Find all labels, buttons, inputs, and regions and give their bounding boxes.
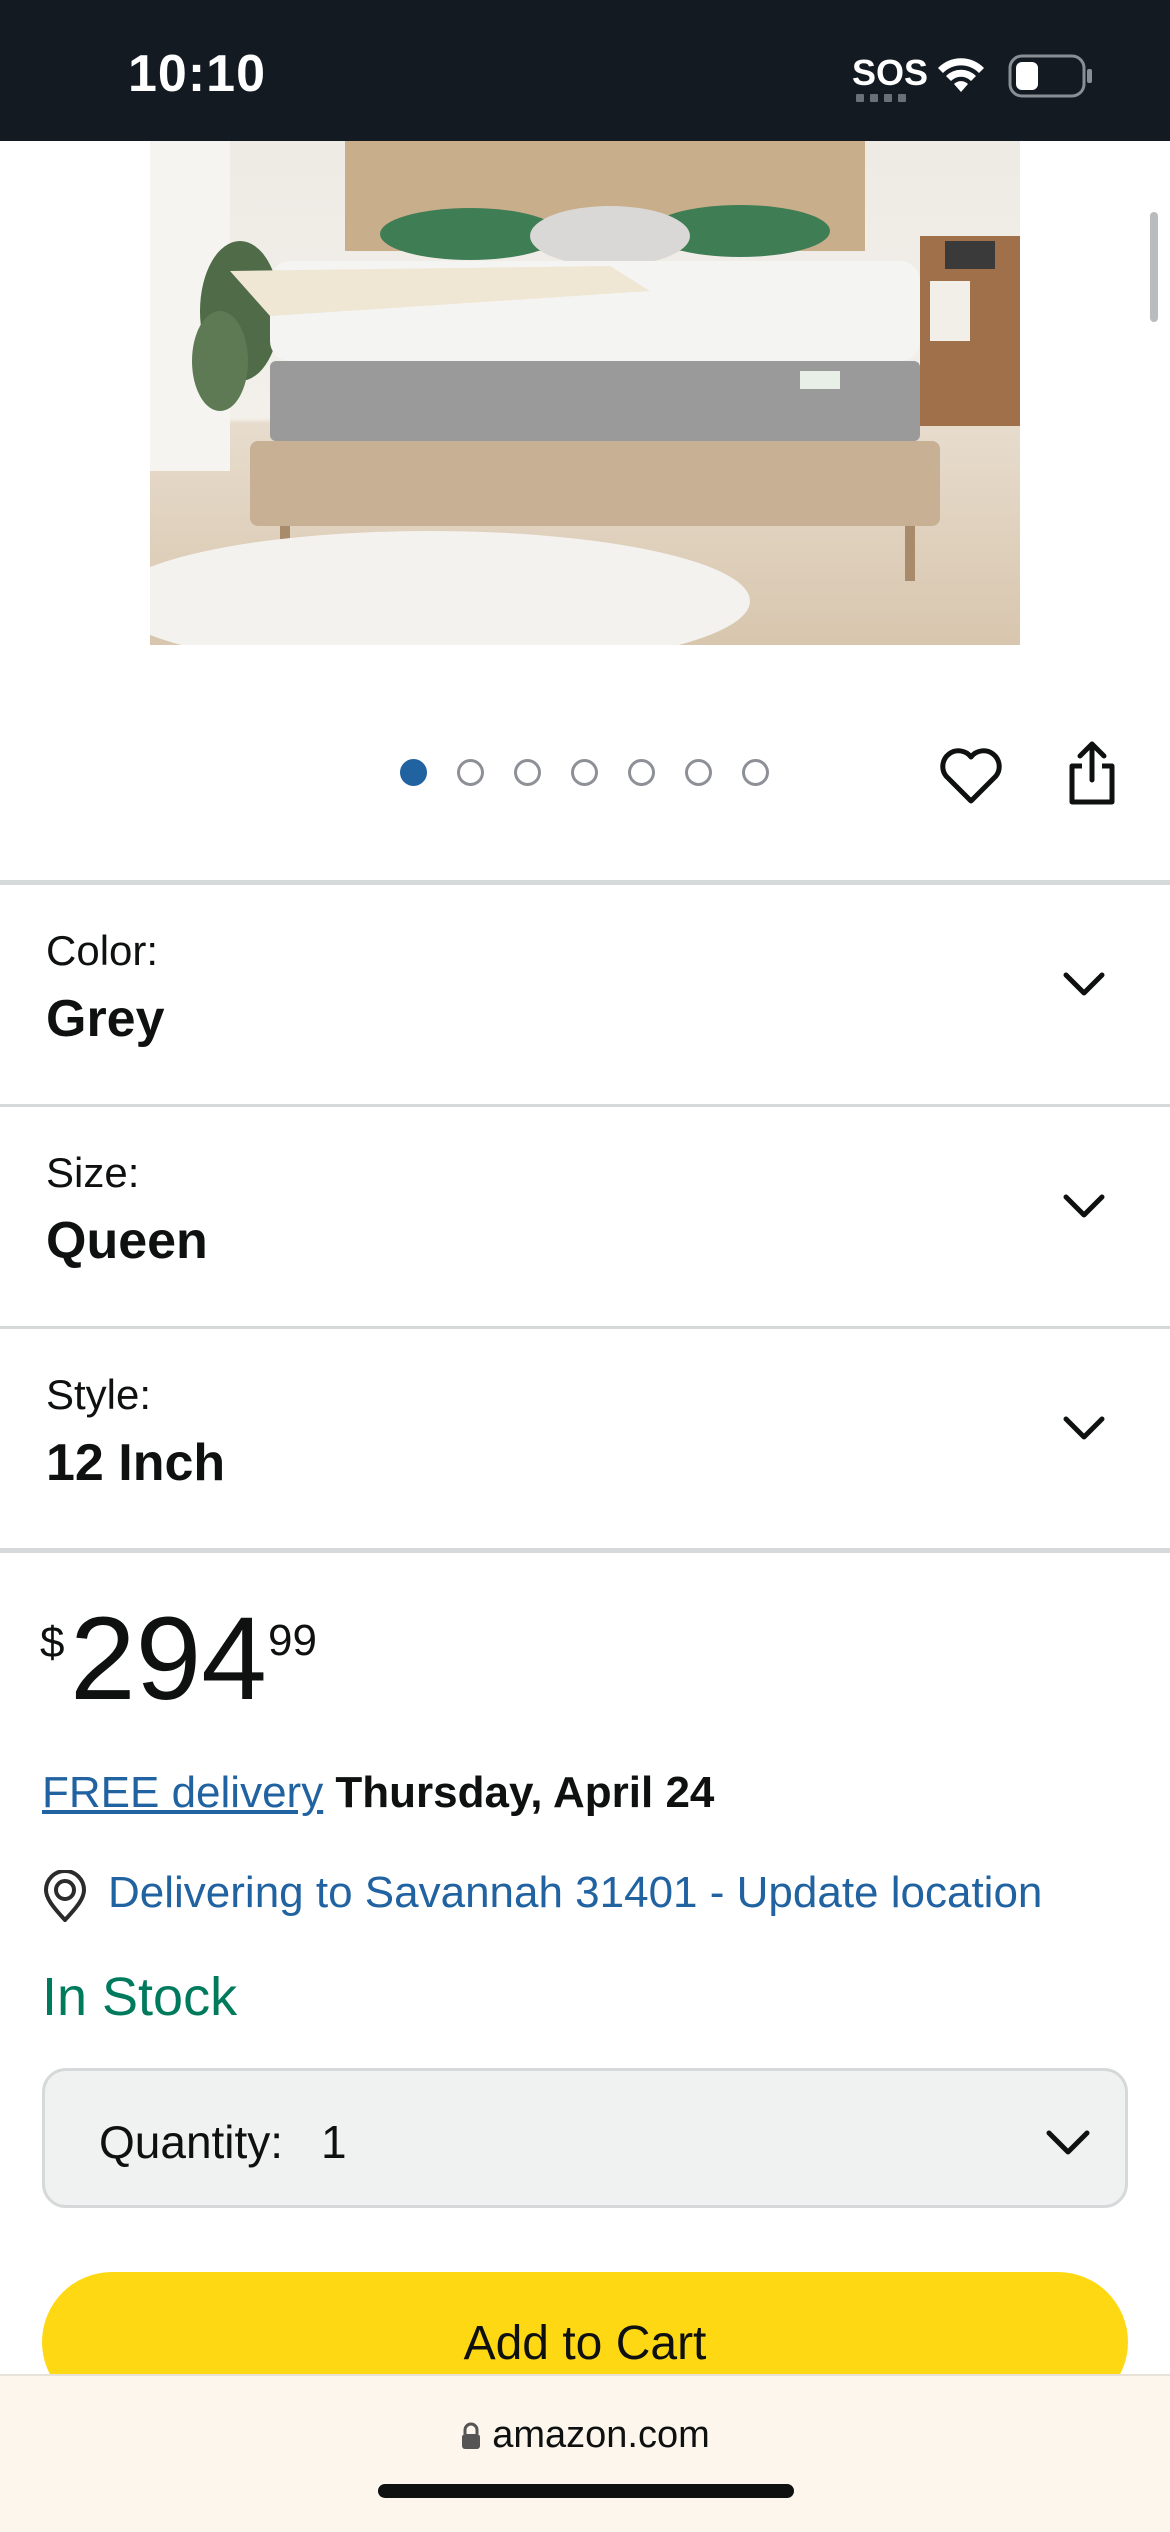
price-symbol: $ [40,1618,65,1667]
signal-dots [856,94,906,102]
quantity-select[interactable]: Quantity: 1 [42,2068,1128,2208]
battery-icon [1008,54,1092,98]
quantity-value: 1 [321,2116,347,2168]
product-image[interactable] [150,141,1020,645]
variation-label: Color: [46,927,159,974]
location-pin-icon [43,1870,87,1922]
carousel-dot[interactable] [571,759,598,786]
home-indicator[interactable] [378,2484,794,2498]
url-display[interactable]: amazon.com [0,2414,1170,2457]
quantity-label: Quantity: [99,2116,284,2168]
carousel-dot[interactable] [742,759,769,786]
color-selector[interactable]: Color: Grey [0,885,1170,1103]
browser-address-bar[interactable]: amazon.com [0,2374,1170,2532]
variation-value: 12 Inch [46,1434,226,1492]
carousel-dot[interactable] [400,759,427,786]
variation-label: Style: [46,1371,152,1418]
carousel-dot[interactable] [685,759,712,786]
status-bar: 10:10 SOS [0,0,1170,141]
carousel-dot[interactable] [628,759,655,786]
chevron-down-icon [1063,972,1105,996]
heart-icon[interactable] [938,745,1004,807]
section-divider [0,1548,1170,1553]
free-delivery-link[interactable]: FREE delivery [42,1768,323,1817]
variation-value: Queen [46,1212,208,1270]
scroll-indicator[interactable] [1150,212,1158,322]
variation-value: Grey [46,990,165,1048]
size-selector[interactable]: Size: Queen [0,1107,1170,1325]
share-icon[interactable] [1064,740,1120,806]
url-text: amazon.com [492,2414,710,2456]
image-carousel-dots[interactable] [400,759,769,786]
chevron-down-icon [1063,1416,1105,1440]
delivery-date: Thursday, April 24 [335,1768,715,1817]
product-page: 10:10 SOS Color: Grey Size: Queen Style:… [0,0,1170,2532]
variation-label: Size: [46,1149,140,1196]
chevron-down-icon [1046,2130,1090,2155]
lock-icon [462,2422,481,2449]
add-to-cart-label: Add to Cart [463,2317,707,2370]
mattress-photo [150,141,1020,645]
price-fraction: 99 [268,1616,317,1665]
status-time: 10:10 [128,45,266,103]
update-location-link[interactable]: Delivering to Savannah 31401 - Update lo… [108,1868,1042,1918]
price-whole: 294 [70,1593,267,1725]
style-selector[interactable]: Style: 12 Inch [0,1329,1170,1547]
stock-status: In Stock [42,1967,238,2027]
sos-indicator: SOS [852,52,929,93]
wifi-icon [938,58,984,92]
delivery-info: FREE delivery Thursday, April 24 [42,1768,714,1818]
chevron-down-icon [1063,1194,1105,1218]
carousel-dot[interactable] [514,759,541,786]
delivery-location[interactable]: Delivering to Savannah 31401 - Update lo… [42,1864,1152,1924]
carousel-dot[interactable] [457,759,484,786]
